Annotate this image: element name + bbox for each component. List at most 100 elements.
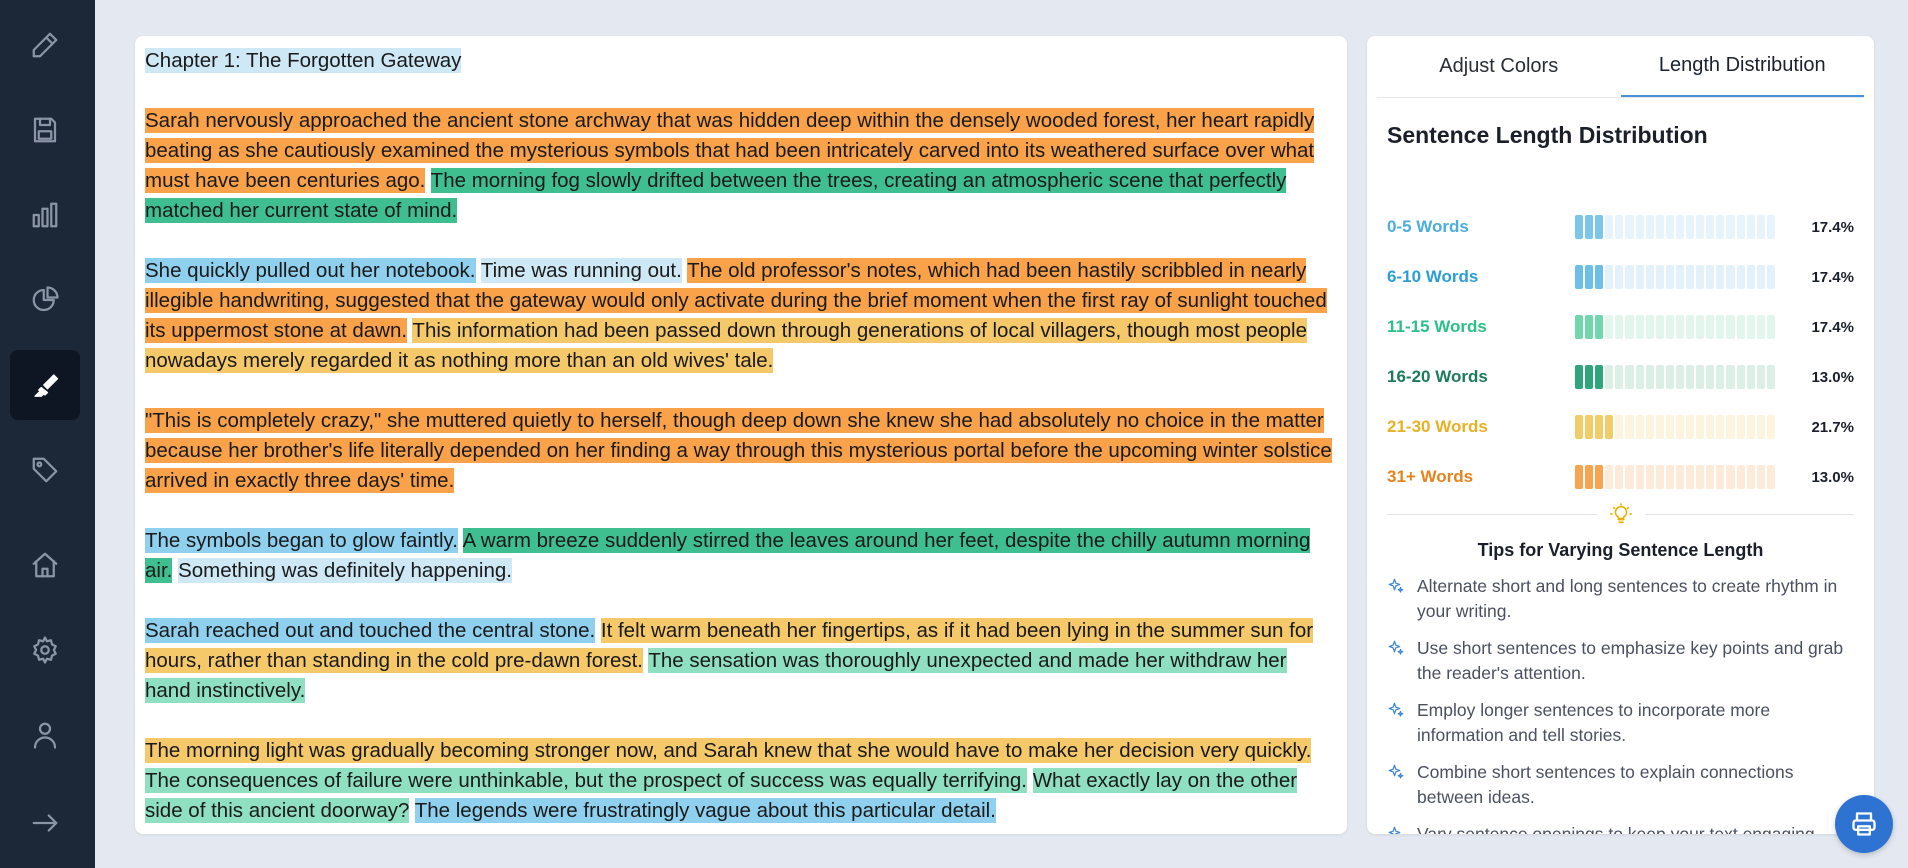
sparkle-icon: [1388, 826, 1401, 834]
sentence: She quickly pulled out her notebook.: [145, 258, 476, 283]
bar-segment: [1595, 465, 1604, 489]
bar-segment: [1645, 215, 1654, 239]
bar-segment: [1575, 365, 1584, 389]
bar-segment: [1766, 465, 1775, 489]
arrow-right-icon: [32, 814, 58, 832]
bar-segment: [1605, 365, 1614, 389]
bar-segment: [1746, 315, 1755, 339]
distribution-label: 21-30 Words: [1387, 417, 1488, 436]
bar-segment: [1766, 315, 1775, 339]
bar-segment: [1675, 315, 1685, 339]
bar-segment: [1635, 365, 1644, 389]
sidebar-item-highlight[interactable]: [10, 350, 80, 420]
bar-segment: [1716, 315, 1725, 339]
bar-segment: [1716, 465, 1725, 489]
print-button[interactable]: [1835, 795, 1893, 853]
sidebar-item-home[interactable]: [10, 530, 80, 600]
bar-segment: [1575, 465, 1584, 489]
bar-segment: [1686, 315, 1695, 339]
sidebar-item-tags[interactable]: [10, 435, 80, 505]
sidebar-item-profile[interactable]: [10, 700, 80, 770]
tip-item: Use short sentences to emphasize key poi…: [1387, 636, 1857, 686]
bar-segment: [1766, 215, 1775, 239]
bar-segment: [1736, 215, 1745, 239]
bar-segment: [1575, 215, 1584, 239]
bar-segment: [1645, 315, 1654, 339]
home-icon: [32, 552, 58, 578]
bar-segment: [1665, 365, 1674, 389]
distribution-label: 6-10 Words: [1387, 267, 1479, 286]
bar-segment: [1696, 215, 1705, 239]
bar-segment: [1675, 415, 1685, 439]
lightbulb-icon: [1609, 503, 1632, 524]
tab-adjust-colors[interactable]: Adjust Colors: [1377, 36, 1621, 97]
bar-segment: [1766, 265, 1775, 289]
bar-segment: [1686, 365, 1695, 389]
sidebar-item-next[interactable]: [10, 788, 80, 858]
bar-segment: [1675, 365, 1685, 389]
tip-text: Employ longer sentences to incorporate m…: [1417, 700, 1771, 745]
bar-segment: [1706, 215, 1715, 239]
sentence: The symbols began to glow faintly.: [145, 528, 458, 553]
bar-segment: [1625, 465, 1634, 489]
distribution-label: 0-5 Words: [1387, 217, 1469, 236]
sparkle-icon: [1388, 578, 1404, 593]
sidebar-item-save[interactable]: [10, 95, 80, 165]
bar-segment: [1716, 265, 1725, 289]
bar-segment: [1706, 415, 1715, 439]
bar-segment: [1736, 365, 1745, 389]
bar-segment: [1746, 365, 1755, 389]
bar-segment: [1766, 365, 1775, 389]
user-icon: [33, 722, 57, 749]
bar-segment: [1756, 365, 1765, 389]
bar-segment: [1615, 215, 1624, 239]
bar-segment: [1756, 315, 1765, 339]
bar-segment: [1595, 365, 1604, 389]
bar-segment: [1615, 315, 1624, 339]
sidebar-item-edit[interactable]: [10, 10, 80, 80]
bar-segment: [1696, 465, 1705, 489]
bar-segment: [1575, 265, 1584, 289]
bar-segment: [1706, 265, 1715, 289]
text-editor[interactable]: Chapter 1: The Forgotten Gateway Sarah ne…: [135, 36, 1347, 834]
bar-segment: [1746, 265, 1755, 289]
distribution-bar: [1575, 365, 1775, 389]
bar-segment: [1756, 265, 1765, 289]
bar-segment: [1655, 415, 1664, 439]
tips-list: Alternate short and long sentences to cr…: [1387, 574, 1857, 834]
bar-segment: [1615, 365, 1624, 389]
bar-segment: [1615, 265, 1624, 289]
sidebar: [0, 0, 95, 868]
bar-segment: [1675, 265, 1685, 289]
paragraph: Sarah nervously approached the ancient s…: [145, 106, 1337, 226]
tip-item: Combine short sentences to explain conne…: [1387, 760, 1857, 810]
sidebar-item-analysis[interactable]: [10, 265, 80, 335]
distribution-bar: [1575, 415, 1775, 439]
analysis-panel: Adjust Colors Length Distribution Senten…: [1367, 36, 1874, 834]
chapter-title: Chapter 1: The Forgotten Gateway: [145, 46, 1337, 76]
bar-segment: [1585, 265, 1594, 289]
distribution-label: 16-20 Words: [1387, 367, 1488, 386]
bar-segment: [1746, 415, 1755, 439]
tab-length-distribution[interactable]: Length Distribution: [1620, 36, 1864, 97]
sentence: The morning light was gradually becoming…: [145, 738, 1312, 763]
bar-segment: [1736, 315, 1745, 339]
pie-chart-icon: [32, 286, 59, 312]
paragraph: Sarah reached out and touched the centra…: [145, 616, 1337, 706]
bar-segment: [1665, 415, 1674, 439]
sidebar-item-settings[interactable]: [10, 615, 80, 685]
tip-text: Alternate short and long sentences to cr…: [1417, 576, 1838, 621]
bar-segment: [1665, 215, 1674, 239]
tip-text: Vary sentence openings to keep your text…: [1417, 824, 1820, 834]
sparkle-icon: [1388, 640, 1404, 655]
bar-segment: [1635, 215, 1644, 239]
bar-segment: [1585, 465, 1594, 489]
sidebar-item-stats[interactable]: [10, 180, 80, 250]
distribution-row: 31+ Words 13.0%: [1387, 464, 1854, 490]
bar-segment: [1625, 415, 1634, 439]
bar-segment: [1706, 365, 1715, 389]
distribution-row: 16-20 Words 13.0%: [1387, 364, 1854, 390]
sparkle-icon: [1388, 702, 1404, 717]
bar-segment: [1766, 415, 1775, 439]
bar-segment: [1605, 215, 1614, 239]
